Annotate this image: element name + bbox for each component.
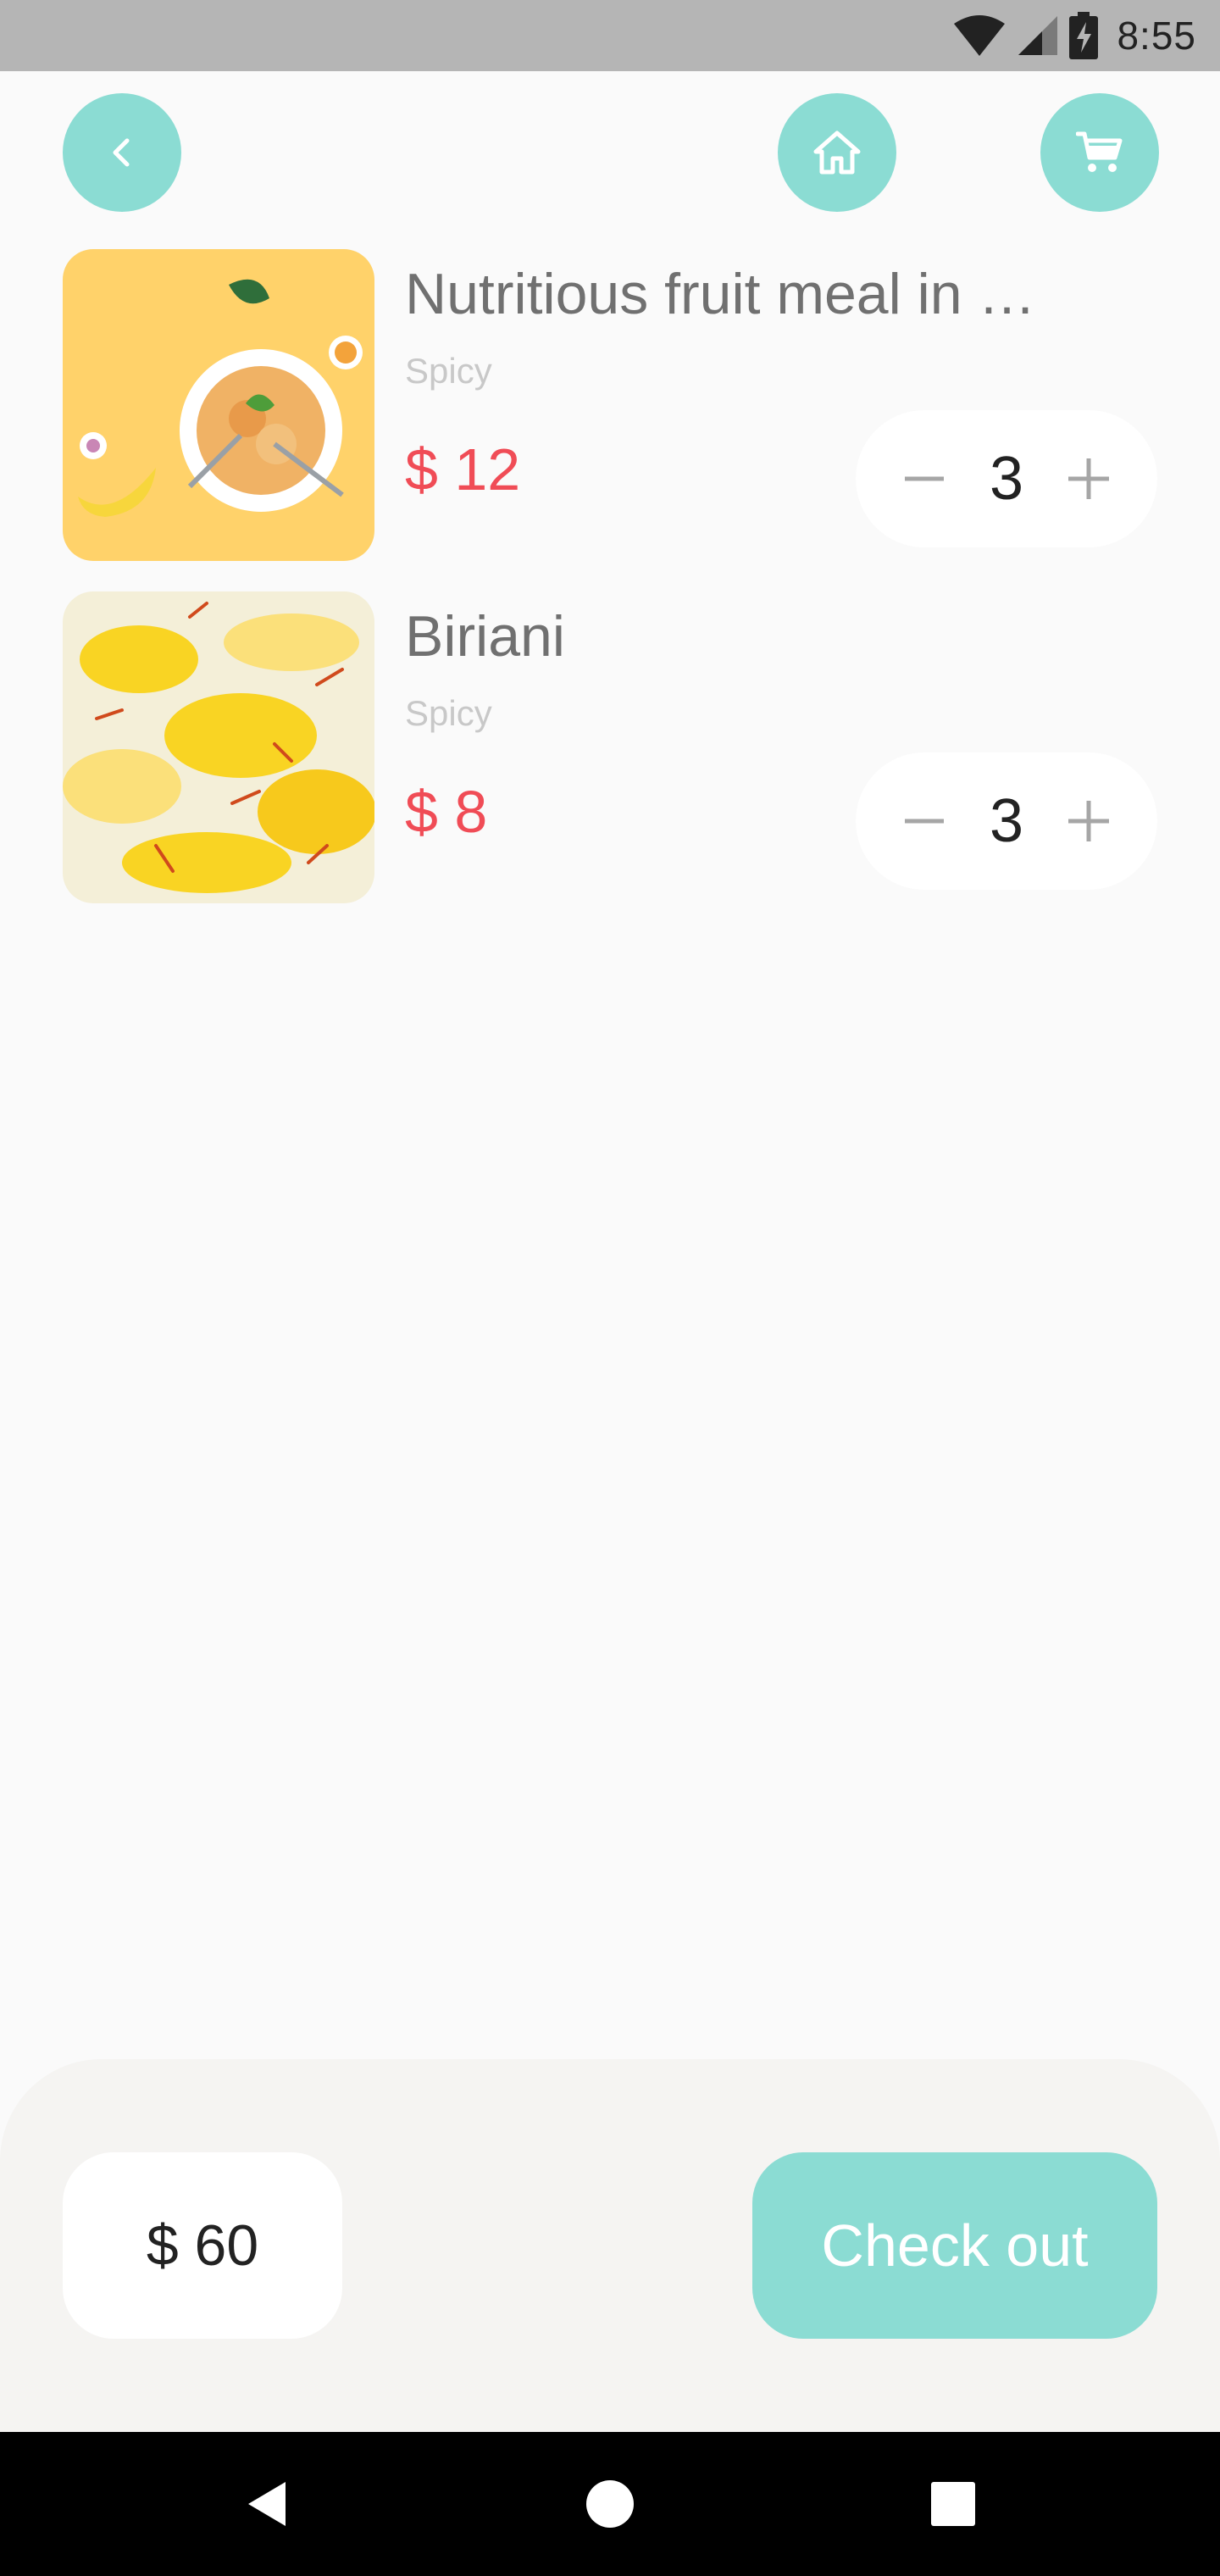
plus-icon bbox=[1068, 458, 1109, 499]
home-icon bbox=[813, 130, 861, 175]
battery-charging-icon bbox=[1069, 12, 1099, 59]
increase-button[interactable] bbox=[1061, 793, 1117, 849]
nav-home-button[interactable] bbox=[568, 2462, 652, 2546]
item-price: $ 8 bbox=[405, 779, 488, 845]
plus-icon bbox=[1068, 801, 1109, 841]
nav-back-button[interactable] bbox=[225, 2462, 309, 2546]
system-nav-bar bbox=[0, 2432, 1220, 2576]
item-subtitle: Spicy bbox=[405, 351, 492, 391]
triangle-back-icon bbox=[248, 2482, 286, 2526]
minus-icon bbox=[905, 819, 944, 824]
square-recents-icon bbox=[931, 2482, 975, 2526]
decrease-button[interactable] bbox=[896, 793, 952, 849]
cart-item: Nutritious fruit meal in … Spicy $ 12 3 bbox=[63, 249, 1157, 561]
minus-icon bbox=[905, 476, 944, 481]
decrease-button[interactable] bbox=[896, 451, 952, 507]
food-image bbox=[63, 591, 374, 903]
status-bar: 8:55 bbox=[0, 0, 1220, 71]
cart-item: Biriani Spicy $ 8 3 bbox=[63, 591, 1157, 903]
cart-button[interactable] bbox=[1040, 93, 1159, 212]
quantity-value: 3 bbox=[989, 445, 1024, 513]
back-button[interactable] bbox=[63, 93, 181, 212]
quantity-stepper: 3 bbox=[856, 752, 1157, 890]
nav-recents-button[interactable] bbox=[911, 2462, 995, 2546]
cart-icon bbox=[1076, 131, 1123, 172]
circle-home-icon bbox=[586, 2480, 634, 2528]
signal-icon bbox=[1018, 16, 1058, 55]
food-image bbox=[63, 249, 374, 561]
home-button[interactable] bbox=[778, 93, 896, 212]
item-subtitle: Spicy bbox=[405, 693, 492, 733]
item-price: $ 12 bbox=[405, 436, 521, 502]
checkout-panel: $ 60 Check out bbox=[0, 2059, 1220, 2432]
item-title: Biriani bbox=[405, 604, 565, 669]
checkout-button[interactable]: Check out bbox=[752, 2152, 1157, 2339]
wifi-icon bbox=[954, 15, 1006, 56]
quantity-stepper: 3 bbox=[856, 410, 1157, 547]
status-time: 8:55 bbox=[1117, 14, 1196, 58]
total-price: $ 60 bbox=[63, 2152, 342, 2339]
quantity-value: 3 bbox=[989, 787, 1024, 855]
increase-button[interactable] bbox=[1061, 451, 1117, 507]
item-title: Nutritious fruit meal in … bbox=[405, 262, 1036, 326]
chevron-left-icon bbox=[113, 138, 130, 167]
status-icons: 8:55 bbox=[952, 8, 1196, 63]
